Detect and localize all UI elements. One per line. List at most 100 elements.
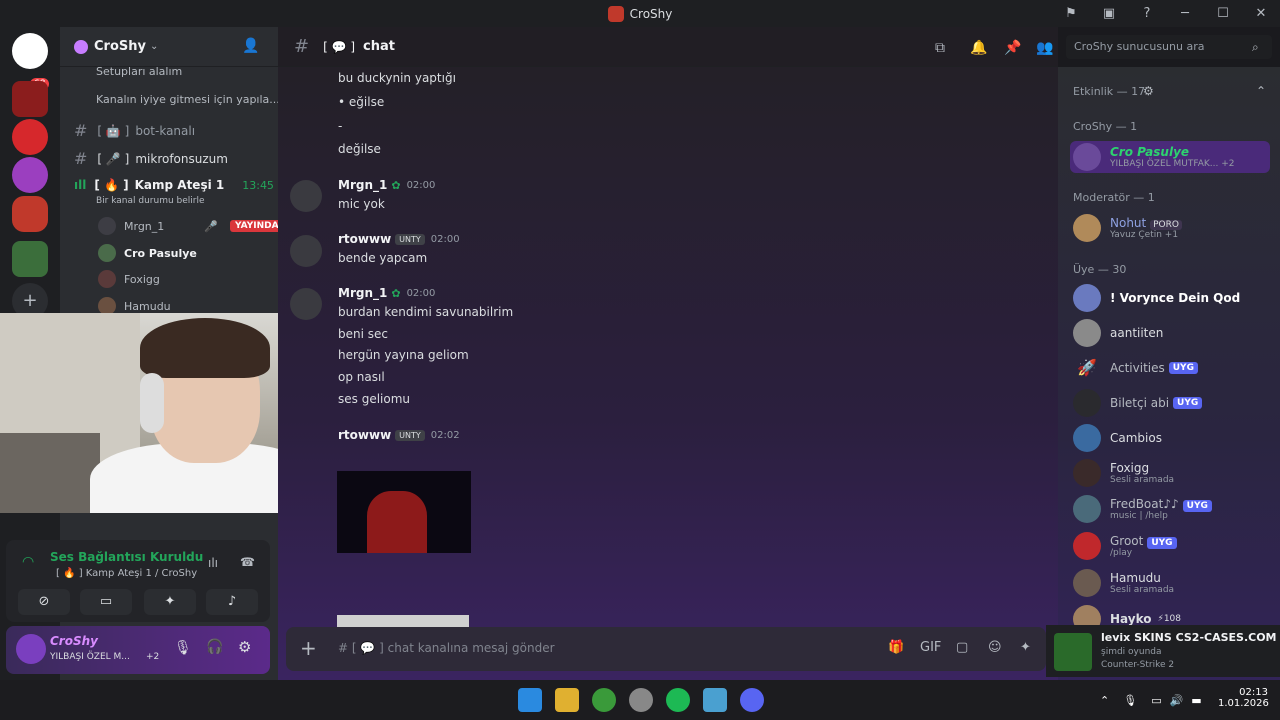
thread-item[interactable]: Setupları alalım (96, 65, 182, 78)
member-name: Hayko (1110, 612, 1152, 626)
member-badge-value: 108 (1163, 614, 1182, 624)
member-item[interactable]: FredBoat♪♪ UYG music | /help (1073, 495, 1212, 523)
server-icon[interactable] (12, 157, 48, 193)
help-icon[interactable]: ? (1128, 6, 1166, 21)
member-name: FredBoat♪♪ (1110, 497, 1179, 511)
bell-icon[interactable]: 🔔 (970, 40, 987, 56)
apps-icon[interactable]: ✦ (1020, 640, 1031, 655)
member-item[interactable]: Biletçi abi UYG (1073, 389, 1203, 417)
settings-icon[interactable]: ⚙ (238, 638, 251, 656)
channel-bot-kanali[interactable]: # [ 🤖 ] bot-kanalı (74, 121, 195, 140)
headphones-icon[interactable]: 🎧 (206, 639, 223, 655)
member-item[interactable]: Hamudu Sesli aramada (1073, 569, 1174, 597)
gift-icon[interactable]: 🎁 (888, 640, 904, 655)
voice-user[interactable]: Mrgn_1 🎤 YAYINDA (98, 217, 284, 235)
server-icon-croshy[interactable] (12, 196, 48, 232)
signal-icon: ◠ (22, 554, 35, 570)
emoji-icon[interactable]: ☺ (988, 640, 1002, 655)
pin-icon[interactable]: 📌 (1004, 40, 1021, 56)
channel-prefix: [ 💬 ] (323, 39, 356, 54)
gif-icon[interactable]: GIF (920, 640, 941, 655)
member-item[interactable]: Groot UYG /play (1073, 532, 1177, 560)
game-activity-status: şimdi oyunda (1101, 647, 1162, 657)
disconnect-icon[interactable]: ☎ (240, 555, 255, 569)
activities-button[interactable]: ✦ (144, 589, 196, 615)
home-icon[interactable] (12, 33, 48, 69)
channel-status[interactable]: Bir kanal durumu belirle (96, 196, 205, 206)
voice-channel-kamp-atesi[interactable]: ıll [ 🔥 ] Kamp Ateşi 1 13:45 (74, 178, 274, 192)
start-icon[interactable] (518, 688, 542, 712)
close-button[interactable]: ✕ (1242, 6, 1280, 21)
clock-date: 1.01.2026 (1218, 698, 1269, 709)
avatar (1073, 389, 1101, 417)
author-name[interactable]: rtowww (338, 232, 391, 246)
member-item[interactable]: Cambios (1073, 424, 1162, 452)
clock[interactable]: 02:13 1.01.2026 (1218, 687, 1269, 709)
server-icon[interactable] (12, 119, 48, 155)
chevron-up-icon[interactable]: ⌃ (1100, 694, 1109, 707)
search-input[interactable]: CroShy sunucusunu ara (1066, 35, 1272, 59)
spotify-icon[interactable] (666, 688, 690, 712)
voice-status-title[interactable]: Ses Bağlantısı Kuruldu (50, 550, 203, 564)
author-name[interactable]: rtowww (338, 428, 391, 442)
avatar[interactable] (16, 634, 46, 664)
member-item[interactable]: Foxigg Sesli aramada (1073, 459, 1174, 487)
member-item[interactable]: 🚀 Activities UYG (1073, 354, 1198, 382)
chevron-up-icon[interactable]: ⌃ (1256, 84, 1266, 98)
server-folder[interactable] (12, 241, 48, 277)
soundboard-button[interactable]: ♪ (206, 589, 258, 615)
chrome-icon[interactable] (592, 688, 616, 712)
volume-icon[interactable]: 🔊 (1170, 694, 1184, 707)
member-item[interactable]: ! Vorynce Dein Qod (1073, 284, 1240, 312)
image-attachment[interactable] (337, 615, 469, 627)
message-input[interactable]: # [ 💬 ] chat kanalına mesaj gönder (338, 641, 555, 655)
member-item[interactable]: Nohut PORO Yavuz Çetin +1 (1073, 214, 1182, 242)
channel-mikrofonsuzum[interactable]: # [ 🎤 ] mikrofonsuzum (74, 149, 228, 168)
voice-user[interactable]: Cro Pasulye (98, 244, 197, 262)
voice-status-sub[interactable]: [ 🔥 ] Kamp Ateşi 1 / CroShy (56, 568, 197, 579)
voice-user[interactable]: Foxigg (98, 270, 160, 288)
category-activity[interactable]: Etkinlik — 17 (1073, 85, 1145, 98)
inbox-icon[interactable]: ▣ (1090, 6, 1128, 21)
server-header[interactable]: CroShy ⌄ 👤 (60, 27, 278, 67)
avatar[interactable] (290, 180, 322, 212)
member-item[interactable]: aantiiten (1073, 319, 1163, 347)
notepad-icon[interactable] (703, 688, 727, 712)
image-attachment[interactable] (337, 471, 471, 553)
gear-icon[interactable]: ⚙ (1143, 84, 1154, 98)
thread-item[interactable]: Kanalın iyiye gitmesi için yapıla... (96, 93, 280, 106)
screen-share-button[interactable]: ▭ (80, 589, 132, 615)
file-explorer-icon[interactable] (555, 688, 579, 712)
obs-icon[interactable] (629, 688, 653, 712)
search-icon[interactable]: ⌕ (1252, 40, 1259, 55)
message-text: bende yapcam (338, 251, 428, 265)
taskbar: ⌃ 🎙 ▭ 🔊 ▬ 02:13 1.01.2026 (0, 680, 1280, 720)
author-name[interactable]: Mrgn_1 (338, 178, 387, 192)
network-icon[interactable]: ▭ (1151, 694, 1161, 707)
invite-icon[interactable]: 👤 (242, 38, 259, 54)
microphone-icon[interactable]: 🎙 (1123, 694, 1137, 707)
threads-icon[interactable]: ⧉ (935, 40, 945, 56)
user-name[interactable]: CroShy (50, 634, 98, 648)
member-name: Foxigg (1110, 461, 1150, 475)
add-attachment-icon[interactable]: + (300, 636, 317, 660)
flag-icon[interactable]: ⚑ (1052, 6, 1090, 21)
game-activity-popup[interactable]: levix SKINS CS2-CASES.COM CS... şimdi oy… (1046, 625, 1280, 677)
camera-button[interactable]: ⊘ (18, 589, 70, 615)
member-badge: ⚡108 (1157, 614, 1182, 624)
avatar[interactable] (290, 235, 322, 267)
avatar (98, 217, 116, 235)
minimize-button[interactable]: ─ (1166, 6, 1204, 21)
discord-icon[interactable] (740, 688, 764, 712)
member-item[interactable]: Cro Pasulye YILBAŞI ÖZEL MUTFAK... +2 (1070, 141, 1270, 173)
author-name[interactable]: Mrgn_1 (338, 286, 387, 300)
members-icon[interactable]: 👥 (1036, 40, 1053, 56)
avatar[interactable] (290, 288, 322, 320)
message-text: bu duckynin yaptığı (338, 71, 456, 85)
battery-icon[interactable]: ▬ (1191, 694, 1201, 707)
sticker-icon[interactable]: ▢ (956, 640, 968, 655)
maximize-button[interactable]: ☐ (1204, 6, 1242, 21)
server-icon[interactable] (12, 81, 48, 117)
noise-icon[interactable]: ılı (208, 556, 218, 570)
microphone-icon[interactable]: 🎙 (174, 640, 192, 656)
